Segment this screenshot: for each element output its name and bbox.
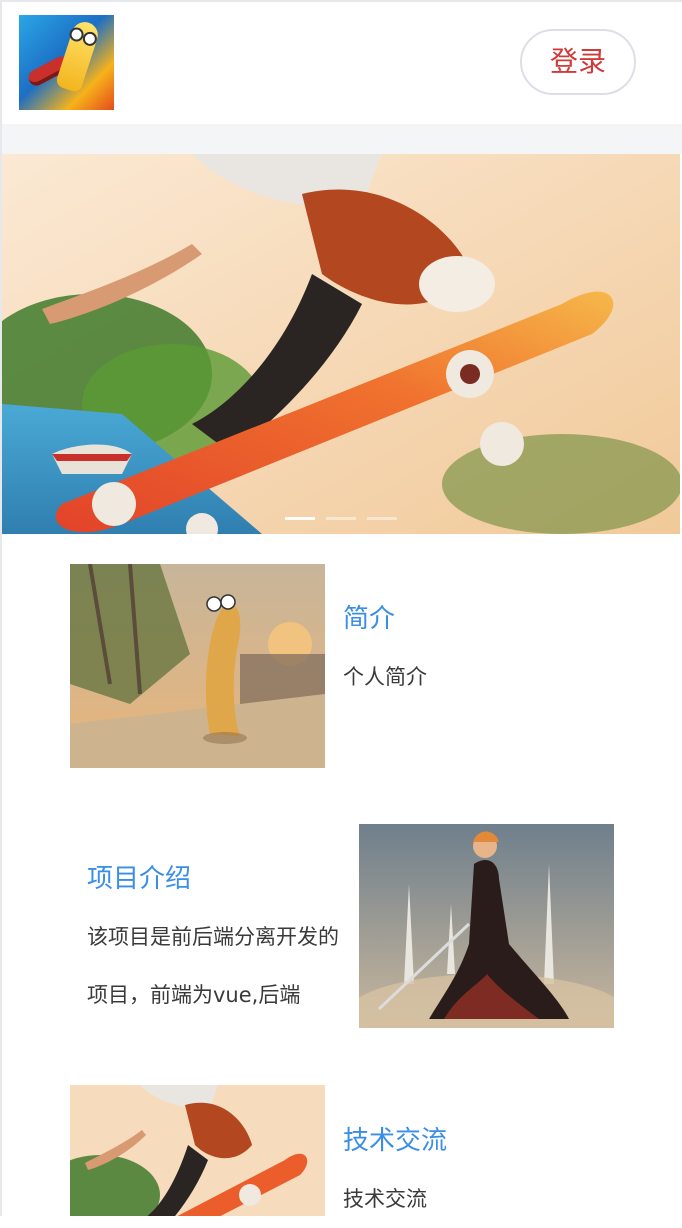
header-divider-band [2,124,682,154]
section-title[interactable]: 技术交流 [343,1120,447,1157]
header: 登录 [2,2,682,124]
section-description: 个人简介 [343,665,427,689]
turbo-snail-logo-icon[interactable] [19,15,114,110]
snail-character-image[interactable] [70,564,325,768]
banner-carousel[interactable] [2,154,680,534]
carousel-dot[interactable] [367,517,398,520]
login-button[interactable]: 登录 [520,29,636,95]
skateboarder-banner-image [2,154,680,534]
carousel-dots [2,505,680,524]
skateboarder-image[interactable] [70,1085,325,1216]
section-description: 该项目是前后端分离开发的项目，前端为vue,后端 [87,925,339,1007]
carousel-dot[interactable] [284,517,315,520]
section-title[interactable]: 项目介绍 [87,858,191,895]
section-title[interactable]: 简介 [343,598,395,635]
anime-swordsman-image[interactable] [359,824,614,1028]
section-description: 技术交流 [343,1187,427,1211]
carousel-dot[interactable] [326,517,356,520]
